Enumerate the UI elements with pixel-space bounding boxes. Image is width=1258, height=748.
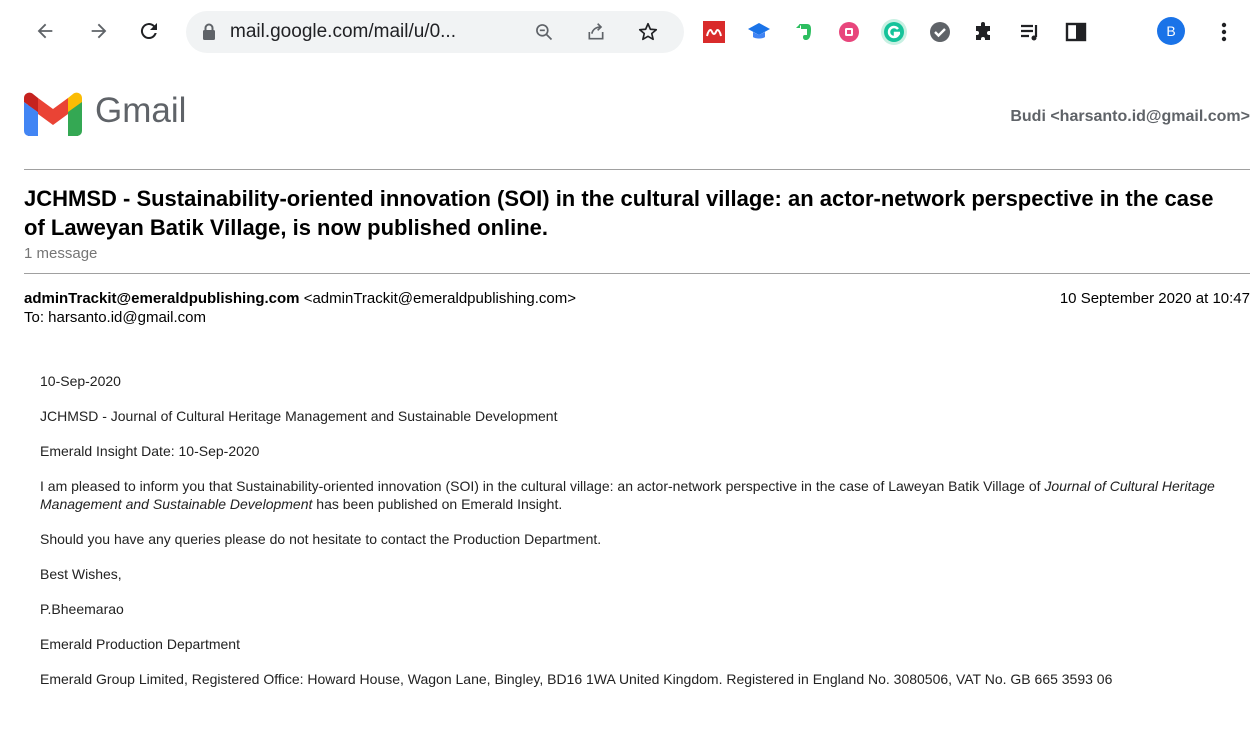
sender-email: <adminTrackit@emeraldpublishing.com>: [303, 290, 576, 307]
subject-divider: [24, 273, 1250, 274]
mendeley-icon[interactable]: [700, 18, 728, 46]
grammarly-icon[interactable]: [880, 18, 908, 46]
url-text[interactable]: mail.google.com/mail/u/0...: [230, 21, 456, 43]
inform-text: I am pleased to inform you that Sustaina…: [40, 478, 1045, 494]
kebab-menu-icon[interactable]: [1210, 18, 1238, 46]
body-queries: Should you have any queries please do no…: [40, 531, 602, 547]
back-arrow-icon[interactable]: [30, 16, 60, 46]
bookmark-star-icon[interactable]: [636, 20, 660, 44]
lock-icon[interactable]: [202, 23, 216, 46]
reading-list-icon[interactable]: [1016, 18, 1044, 46]
body-department: Emerald Production Department: [40, 636, 240, 652]
gmail-logo-icon: [24, 92, 82, 141]
inform-tail: has been published on Emerald Insight.: [312, 496, 563, 512]
graduation-cap-icon[interactable]: [745, 18, 773, 46]
sender-name: adminTrackit@emeraldpublishing.com: [24, 290, 300, 307]
body-closing: Best Wishes,: [40, 566, 122, 582]
body-insight-date: Emerald Insight Date: 10-Sep-2020: [40, 443, 260, 459]
puzzle-icon[interactable]: [970, 18, 998, 46]
body-signer: P.Bheemarao: [40, 601, 124, 617]
browser-toolbar: mail.google.com/mail/u/0... B: [0, 0, 1258, 64]
message-body: 10-Sep-2020 JCHMSD - Journal of Cultural…: [40, 372, 1240, 705]
forward-arrow-icon[interactable]: [84, 16, 114, 46]
account-label: Budi <harsanto.id@gmail.com>: [1010, 108, 1250, 125]
message-count: 1 message: [24, 245, 98, 262]
side-panel-icon[interactable]: [1062, 18, 1090, 46]
sender-line: adminTrackit@emeraldpublishing.com <admi…: [24, 290, 576, 307]
body-date: 10-Sep-2020: [40, 373, 121, 389]
share-icon[interactable]: [584, 20, 608, 44]
address-bar[interactable]: mail.google.com/mail/u/0...: [186, 11, 684, 53]
profile-avatar[interactable]: B: [1157, 17, 1185, 45]
evernote-icon[interactable]: [790, 18, 818, 46]
zoom-icon[interactable]: [532, 20, 556, 44]
body-journal: JCHMSD - Journal of Cultural Heritage Ma…: [40, 408, 558, 424]
recipient-line: To: harsanto.id@gmail.com: [24, 309, 206, 326]
reload-icon[interactable]: [134, 16, 164, 46]
body-footer: Emerald Group Limited, Registered Office…: [40, 671, 1113, 687]
record-icon[interactable]: [835, 18, 863, 46]
gmail-brand: Gmail: [95, 91, 187, 130]
email-date: 10 September 2020 at 10:47: [1059, 290, 1250, 307]
header-divider: [24, 169, 1250, 170]
check-circle-icon[interactable]: [926, 18, 954, 46]
body-inform-paragraph: I am pleased to inform you that Sustaina…: [40, 477, 1240, 513]
email-subject: JCHMSD - Sustainability-oriented innovat…: [24, 186, 1214, 240]
